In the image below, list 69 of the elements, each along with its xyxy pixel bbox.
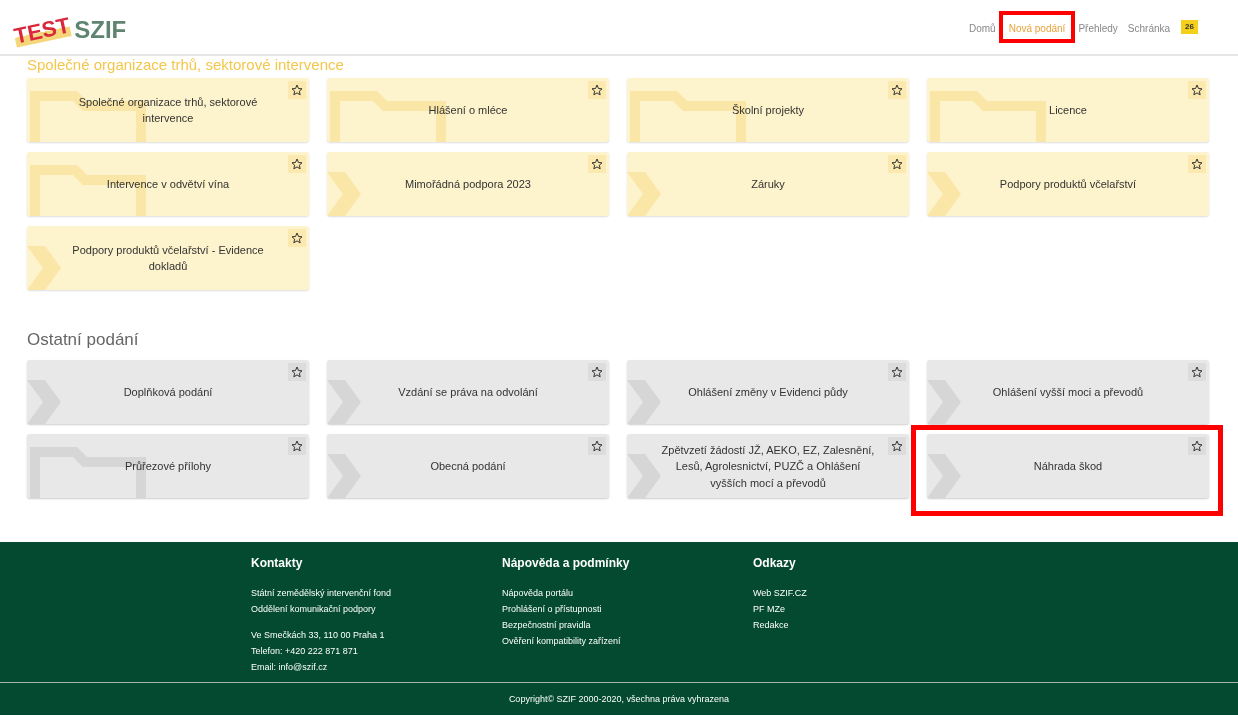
star-icon[interactable] [891,84,903,96]
tile[interactable]: Mimořádná podpora 2023 [327,152,609,216]
footer-heading: Nápověda a podmínky [502,556,631,571]
footer-link[interactable]: Bezpečnostní pravidla [502,616,753,633]
star-icon[interactable] [1191,158,1203,170]
chevron-icon [27,246,61,290]
star-icon[interactable] [291,366,303,379]
star-icon[interactable] [891,366,903,379]
footer-heading: Odkazy [753,556,797,571]
tile[interactable]: Ohlášení vyšší moci a převodů [927,360,1209,425]
tile[interactable]: Podpory produktů včelařství [927,152,1209,216]
tile[interactable]: Podpory produktů včelařství - Evidence dokladů [27,226,309,290]
footer-link[interactable]: Státní zemědělský intervenční fond [251,584,502,601]
tile[interactable]: Obecná podání [327,434,609,499]
chevron-icon [927,454,961,499]
tile[interactable]: Zpětvzetí žádostí JŽ, AEKO, EZ, Zalesnění, Lesů, Agrolesnictví, PUZČ a Ohlášení vyšších mocí a převodů [627,434,909,499]
copyright-text: Copyright© SZIF 2000-2020, všechna práva vyhrazena [0,682,1238,715]
logo-badge: TEST [12,14,72,48]
tile[interactable]: Intervence v odvětví vína [27,152,309,216]
nav-link[interactable]: Domů [965,21,999,36]
section-title: Ostatní podání [27,330,140,351]
footer-heading: Kontakty [251,556,304,571]
footer-link[interactable]: PF MZe [753,600,1004,617]
footer-link[interactable]: Prohlášení o přístupnosti [502,600,753,617]
chevron-icon [327,380,361,425]
tile[interactable]: Hlášení o mléce [327,78,609,142]
tile[interactable]: Doplňková podání [27,360,309,425]
chevron-icon [627,172,661,216]
tile[interactable]: Licence [927,78,1209,142]
footer-link[interactable]: Ověření kompatibility zařízení [502,632,753,649]
star-icon[interactable] [1191,440,1203,453]
star-icon[interactable] [291,84,303,96]
tile[interactable]: Vzdání se práva na odvolání [327,360,609,425]
footer-link[interactable]: Web SZIF.CZ [753,584,1004,601]
chevron-icon [627,380,661,425]
logo-name: SZIF [74,18,127,42]
tile[interactable]: Společné organizace trhů, sektorové intervence [27,78,309,142]
star-icon[interactable] [291,158,303,170]
footer-link[interactable]: Email: info@szif.cz [251,658,502,675]
footer-link[interactable]: Redakce [753,616,1004,633]
nav-link[interactable]: Schránka [1124,21,1174,36]
star-icon[interactable] [591,84,603,96]
chevron-icon [927,380,961,425]
star-icon[interactable] [591,158,603,170]
chevron-icon [327,172,361,216]
nav-link[interactable]: Přehledy [1075,21,1121,36]
star-icon[interactable] [1191,366,1203,379]
footer-link[interactable]: Telefon: +420 222 871 871 [251,642,502,659]
chevron-icon [27,380,61,425]
footer-link[interactable]: Nápověda portálu [502,584,753,601]
chevron-icon [327,454,361,499]
tile[interactable]: Záruky [627,152,909,216]
star-icon[interactable] [891,440,903,453]
tile[interactable]: Školní projekty [627,78,909,142]
star-icon[interactable] [891,158,903,170]
chevron-icon [627,454,661,499]
star-icon[interactable] [591,440,603,453]
tile[interactable]: Ohlášení změny v Evidenci půdy [627,360,909,425]
footer-link[interactable]: Oddělení komunikační podpory [251,600,502,617]
count-badge: 26 [1181,20,1198,34]
star-icon[interactable] [291,440,303,453]
star-icon[interactable] [591,366,603,379]
footer-link[interactable]: Ve Smečkách 33, 110 00 Praha 1 [251,626,502,643]
chevron-icon [927,172,961,216]
star-icon[interactable] [291,232,303,244]
tile[interactable]: Náhrada škod [927,434,1209,499]
section-title: Společné organizace trhů, sektorové intervence [27,56,345,74]
tile[interactable]: Průřezové přílohy [27,434,309,499]
star-icon[interactable] [1191,84,1203,96]
